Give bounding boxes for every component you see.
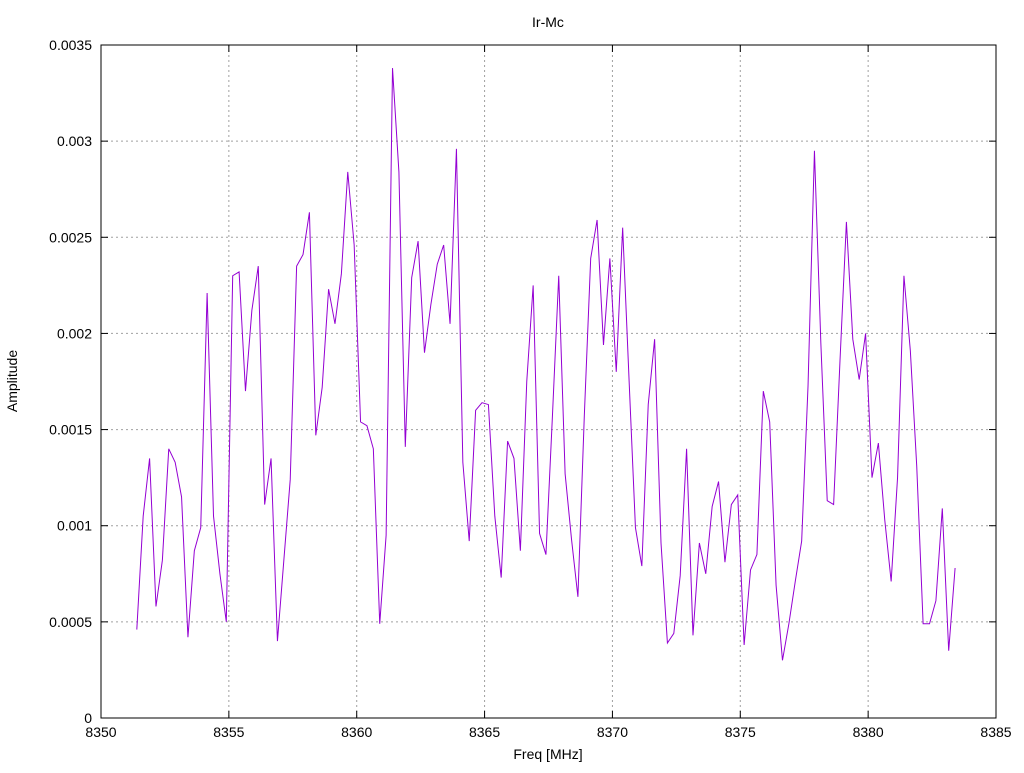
y-tick-label: 0.001 <box>57 518 92 534</box>
y-tick-label: 0.0025 <box>49 229 92 245</box>
line-chart: 8350 8355 8360 8365 8370 8375 8380 8385 0 0.0005… <box>4 14 1012 762</box>
x-tick-label: 8380 <box>853 724 884 740</box>
y-axis-label: Amplitude <box>4 350 20 412</box>
plot-frame <box>100 44 997 719</box>
x-tick-label: 8385 <box>980 724 1011 740</box>
y-tick-label: 0.002 <box>57 325 92 341</box>
y-tick-label: 0.0035 <box>49 37 92 53</box>
axis-ticks <box>100 44 997 719</box>
chart-title: Ir-Mc <box>532 14 564 30</box>
series-line <box>136 68 956 661</box>
x-tick-label: 8360 <box>341 724 372 740</box>
y-tick-label: 0.0015 <box>49 422 92 438</box>
x-tick-label: 8365 <box>469 724 500 740</box>
y-tick-label: 0.003 <box>57 133 92 149</box>
x-tick-label: 8375 <box>725 724 756 740</box>
x-tick-label: 8350 <box>85 724 116 740</box>
y-tick-labels: 0 0.0005 0.001 0.0015 0.002 0.0025 0.003 0.0035 <box>49 37 92 726</box>
x-axis-label: Freq [MHz] <box>513 746 582 762</box>
x-tick-label: 8355 <box>213 724 244 740</box>
x-tick-labels: 8350 8355 8360 8365 8370 8375 8380 8385 <box>85 724 1011 740</box>
y-tick-label: 0 <box>84 710 92 726</box>
y-tick-label: 0.0005 <box>49 614 92 630</box>
chart-container: 8350 8355 8360 8365 8370 8375 8380 8385 0 0.0005… <box>0 0 1024 768</box>
series-layer <box>136 68 956 661</box>
grid-lines <box>101 45 996 718</box>
x-tick-label: 8370 <box>597 724 628 740</box>
